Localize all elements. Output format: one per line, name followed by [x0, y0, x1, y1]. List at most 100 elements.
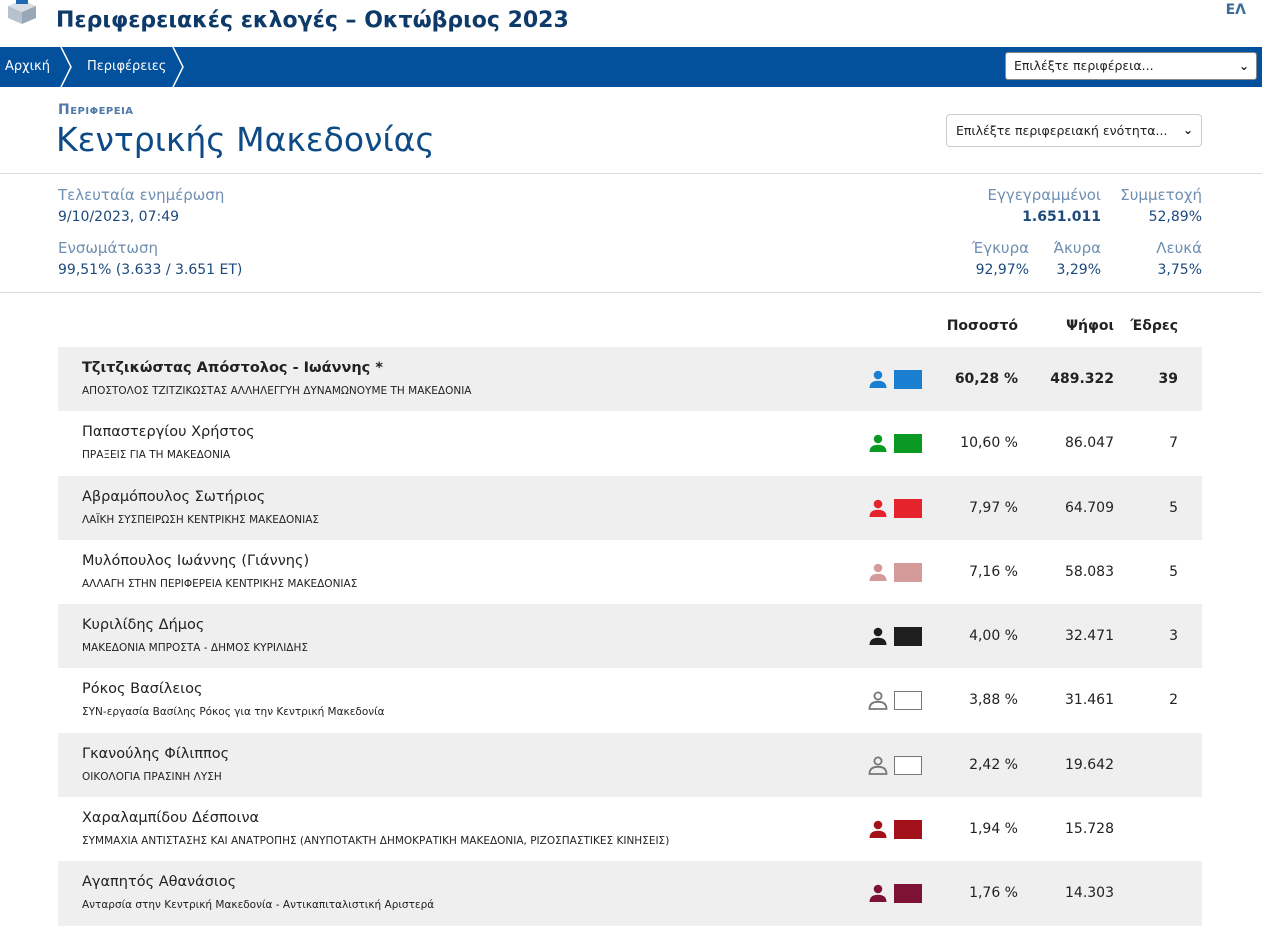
percent-value: 1,76 % — [969, 885, 1018, 902]
person-icon — [869, 885, 887, 903]
blank-label: Λευκά — [1156, 239, 1202, 257]
integration-value: 99,51% (3.633 / 3.651 ΕΤ) — [58, 262, 243, 278]
party-color-swatch — [894, 755, 922, 775]
party-name: Ανταρσία στην Κεντρική Μακεδονία - Αντικ… — [82, 899, 435, 912]
seats-value: 3 — [1169, 628, 1178, 645]
table-row[interactable]: Αγαπητός Αθανάσιος Ανταρσία στην Κεντρικ… — [58, 861, 1202, 926]
table-row[interactable]: Γκανούλης Φίλιππος ΟΙΚΟΛΟΓΙΑ ΠΡΑΣΙΝΗ ΛΥΣ… — [58, 732, 1202, 798]
last-update-value: 9/10/2023, 07:49 — [58, 209, 180, 225]
turnout-label: Συμμετοχή — [1120, 186, 1202, 204]
table-row[interactable]: Κυριλίδης Δήμος ΜΑΚΕΔΟΝΙΑ ΜΠΡΟΣΤΑ - ΔΗΜΟ… — [58, 604, 1202, 669]
candidate-name: Μυλόπουλος Ιωάννης (Γιάννης) — [82, 552, 310, 569]
candidate-name: Ρόκος Βασίλειος — [82, 681, 203, 698]
percent-value: 1,94 % — [969, 821, 1018, 838]
person-icon — [869, 499, 887, 517]
votes-value: 15.728 — [1065, 821, 1114, 838]
region-select-value: Επιλέξτε περιφέρεια... — [1014, 58, 1154, 73]
person-icon — [869, 820, 887, 839]
person-icon — [868, 756, 888, 775]
seats-value: 7 — [1169, 435, 1178, 452]
person-icon — [869, 627, 887, 646]
party-color-swatch — [894, 498, 922, 518]
column-header-percent: Ποσοστό — [946, 318, 1018, 334]
person-icon — [869, 563, 887, 581]
party-name: ΑΠΟΣΤΟΛΟΣ ΤΖΙΤΖΙΚΩΣΤΑΣ ΑΛΛΗΛΕΓΓΥΗ ΔΥΝΑΜΩ… — [82, 385, 472, 397]
table-row[interactable]: Ρόκος Βασίλειος ΣΥΝ-εργασία Βασίλης Ρόκο… — [58, 668, 1202, 732]
valid-label: Έγκυρα — [972, 239, 1029, 257]
party-name: ΟΙΚΟΛΟΓΙΑ ΠΡΑΣΙΝΗ ΛΥΣΗ — [82, 770, 222, 783]
divider — [0, 292, 1262, 293]
breadcrumb-home[interactable]: Αρχική — [5, 47, 50, 87]
party-color-swatch — [894, 691, 922, 711]
blank-value: 3,75% — [1157, 262, 1202, 278]
results-table: Τζιτζικώστας Απόστολος - Ιωάννης * ΑΠΟΣΤ… — [58, 347, 1202, 926]
candidate-name: Τζιτζικώστας Απόστολος - Ιωάννης * — [82, 360, 383, 376]
chevron-down-icon: ⌄ — [1238, 59, 1249, 73]
page-title: Κεντρικής Μακεδονίας — [56, 120, 435, 159]
seats-value: 39 — [1158, 371, 1178, 387]
ballot-box-logo-icon[interactable] — [4, 0, 40, 24]
registered-label: Εγγεγραμμένοι — [987, 186, 1101, 204]
table-row[interactable]: Αβραμόπουλος Σωτήριος ΛΑΪΚΗ ΣΥΣΠΕΙΡΩΣΗ Κ… — [58, 475, 1202, 540]
column-header-votes: Ψήφοι — [1066, 318, 1114, 334]
party-name: ΣΥΜΜΑΧΙΑ ΑΝΤΙΣΤΑΣΗΣ ΚΑΙ ΑΝΑΤΡΟΠΗΣ (ΑΝΥΠΟ… — [82, 835, 670, 848]
language-switch[interactable]: ΕΛ — [1226, 2, 1246, 18]
party-name: ΜΑΚΕΔΟΝΙΑ ΜΠΡΟΣΤΑ - ΔΗΜΟΣ ΚΥΡΙΛΙΔΗΣ — [82, 642, 309, 655]
candidate-name: Κυριλίδης Δήμος — [82, 617, 205, 634]
votes-value: 19.642 — [1065, 756, 1114, 773]
party-color-swatch — [894, 820, 922, 840]
chevron-right-icon — [60, 47, 72, 87]
candidate-name: Αβραμόπουλος Σωτήριος — [82, 488, 266, 505]
person-icon — [869, 434, 887, 453]
chevron-right-icon — [172, 47, 184, 87]
seats-value: 5 — [1169, 499, 1178, 516]
breadcrumb-regions[interactable]: Περιφέρειες — [87, 47, 166, 87]
registered-value: 1.651.011 — [1022, 209, 1101, 225]
percent-value: 7,97 % — [969, 499, 1018, 516]
party-name: ΑΛΛΑΓΗ ΣΤΗΝ ΠΕΡΙΦΕΡΕΙΑ ΚΕΝΤΡΙΚΗΣ ΜΑΚΕΔΟΝ… — [82, 577, 358, 590]
invalid-value: 3,29% — [1056, 262, 1101, 278]
last-update-label: Τελευταία ενημέρωση — [58, 186, 225, 204]
breadcrumb: Αρχική Περιφέρειες Επιλέξτε περιφέρεια..… — [0, 47, 1262, 87]
party-color-swatch — [894, 434, 922, 454]
party-name: ΣΥΝ-εργασία Βασίλης Ρόκος για την Κεντρι… — [82, 706, 385, 719]
app-title: Περιφερειακές εκλογές – Οκτώβριος 2023 — [56, 8, 569, 33]
candidate-name: Παπαστεργίου Χρήστος — [82, 424, 255, 441]
party-name: ΛΑΪΚΗ ΣΥΣΠΕΙΡΩΣΗ ΚΕΝΤΡΙΚΗΣ ΜΑΚΕΔΟΝΙΑΣ — [82, 513, 320, 526]
votes-value: 14.303 — [1065, 885, 1114, 902]
candidate-name: Αγαπητός Αθανάσιος — [82, 874, 237, 891]
table-row[interactable]: Μυλόπουλος Ιωάννης (Γιάννης) ΑΛΛΑΓΗ ΣΤΗΝ… — [58, 540, 1202, 604]
seats-value: 5 — [1169, 563, 1178, 580]
percent-value: 10,60 % — [960, 435, 1018, 452]
region-select[interactable]: Επιλέξτε περιφέρεια... ⌄ — [1005, 52, 1257, 80]
votes-value: 64.709 — [1065, 499, 1114, 516]
divider — [0, 173, 1262, 174]
candidate-name: Γκανούλης Φίλιππος — [82, 745, 230, 762]
party-color-swatch — [894, 562, 922, 582]
party-color-swatch — [894, 370, 922, 389]
votes-value: 31.461 — [1065, 692, 1114, 709]
chevron-down-icon: ⌄ — [1182, 123, 1193, 137]
votes-value: 32.471 — [1065, 628, 1114, 645]
person-icon — [869, 370, 887, 388]
invalid-label: Άκυρα — [1053, 239, 1101, 257]
column-header-seats: Έδρες — [1130, 318, 1178, 334]
candidate-name: Χαραλαμπίδου Δέσποινα — [82, 810, 260, 827]
turnout-value: 52,89% — [1148, 209, 1202, 225]
percent-value: 60,28 % — [954, 371, 1018, 387]
valid-value: 92,97% — [975, 262, 1029, 278]
votes-value: 86.047 — [1065, 435, 1114, 452]
party-color-swatch — [894, 627, 922, 647]
table-row[interactable]: Χαραλαμπίδου Δέσποινα ΣΥΜΜΑΧΙΑ ΑΝΤΙΣΤΑΣΗ… — [58, 797, 1202, 861]
table-row[interactable]: Παπαστεργίου Χρήστος ΠΡΑΞΕΙΣ ΓΙΑ ΤΗ ΜΑΚΕ… — [58, 411, 1202, 475]
regional-unit-select-value: Επιλέξτε περιφερειακή ενότητα... — [956, 123, 1168, 138]
table-row[interactable]: Τζιτζικώστας Απόστολος - Ιωάννης * ΑΠΟΣΤ… — [58, 347, 1202, 412]
votes-value: 489.322 — [1050, 371, 1114, 387]
party-color-swatch — [894, 884, 922, 904]
regional-unit-select[interactable]: Επιλέξτε περιφερειακή ενότητα... ⌄ — [946, 114, 1202, 147]
party-name: ΠΡΑΞΕΙΣ ΓΙΑ ΤΗ ΜΑΚΕΔΟΝΙΑ — [82, 449, 231, 462]
votes-value: 58.083 — [1065, 563, 1114, 580]
seats-value: 2 — [1169, 692, 1178, 709]
percent-value: 4,00 % — [969, 628, 1018, 645]
integration-label: Ενσωμάτωση — [58, 239, 158, 257]
